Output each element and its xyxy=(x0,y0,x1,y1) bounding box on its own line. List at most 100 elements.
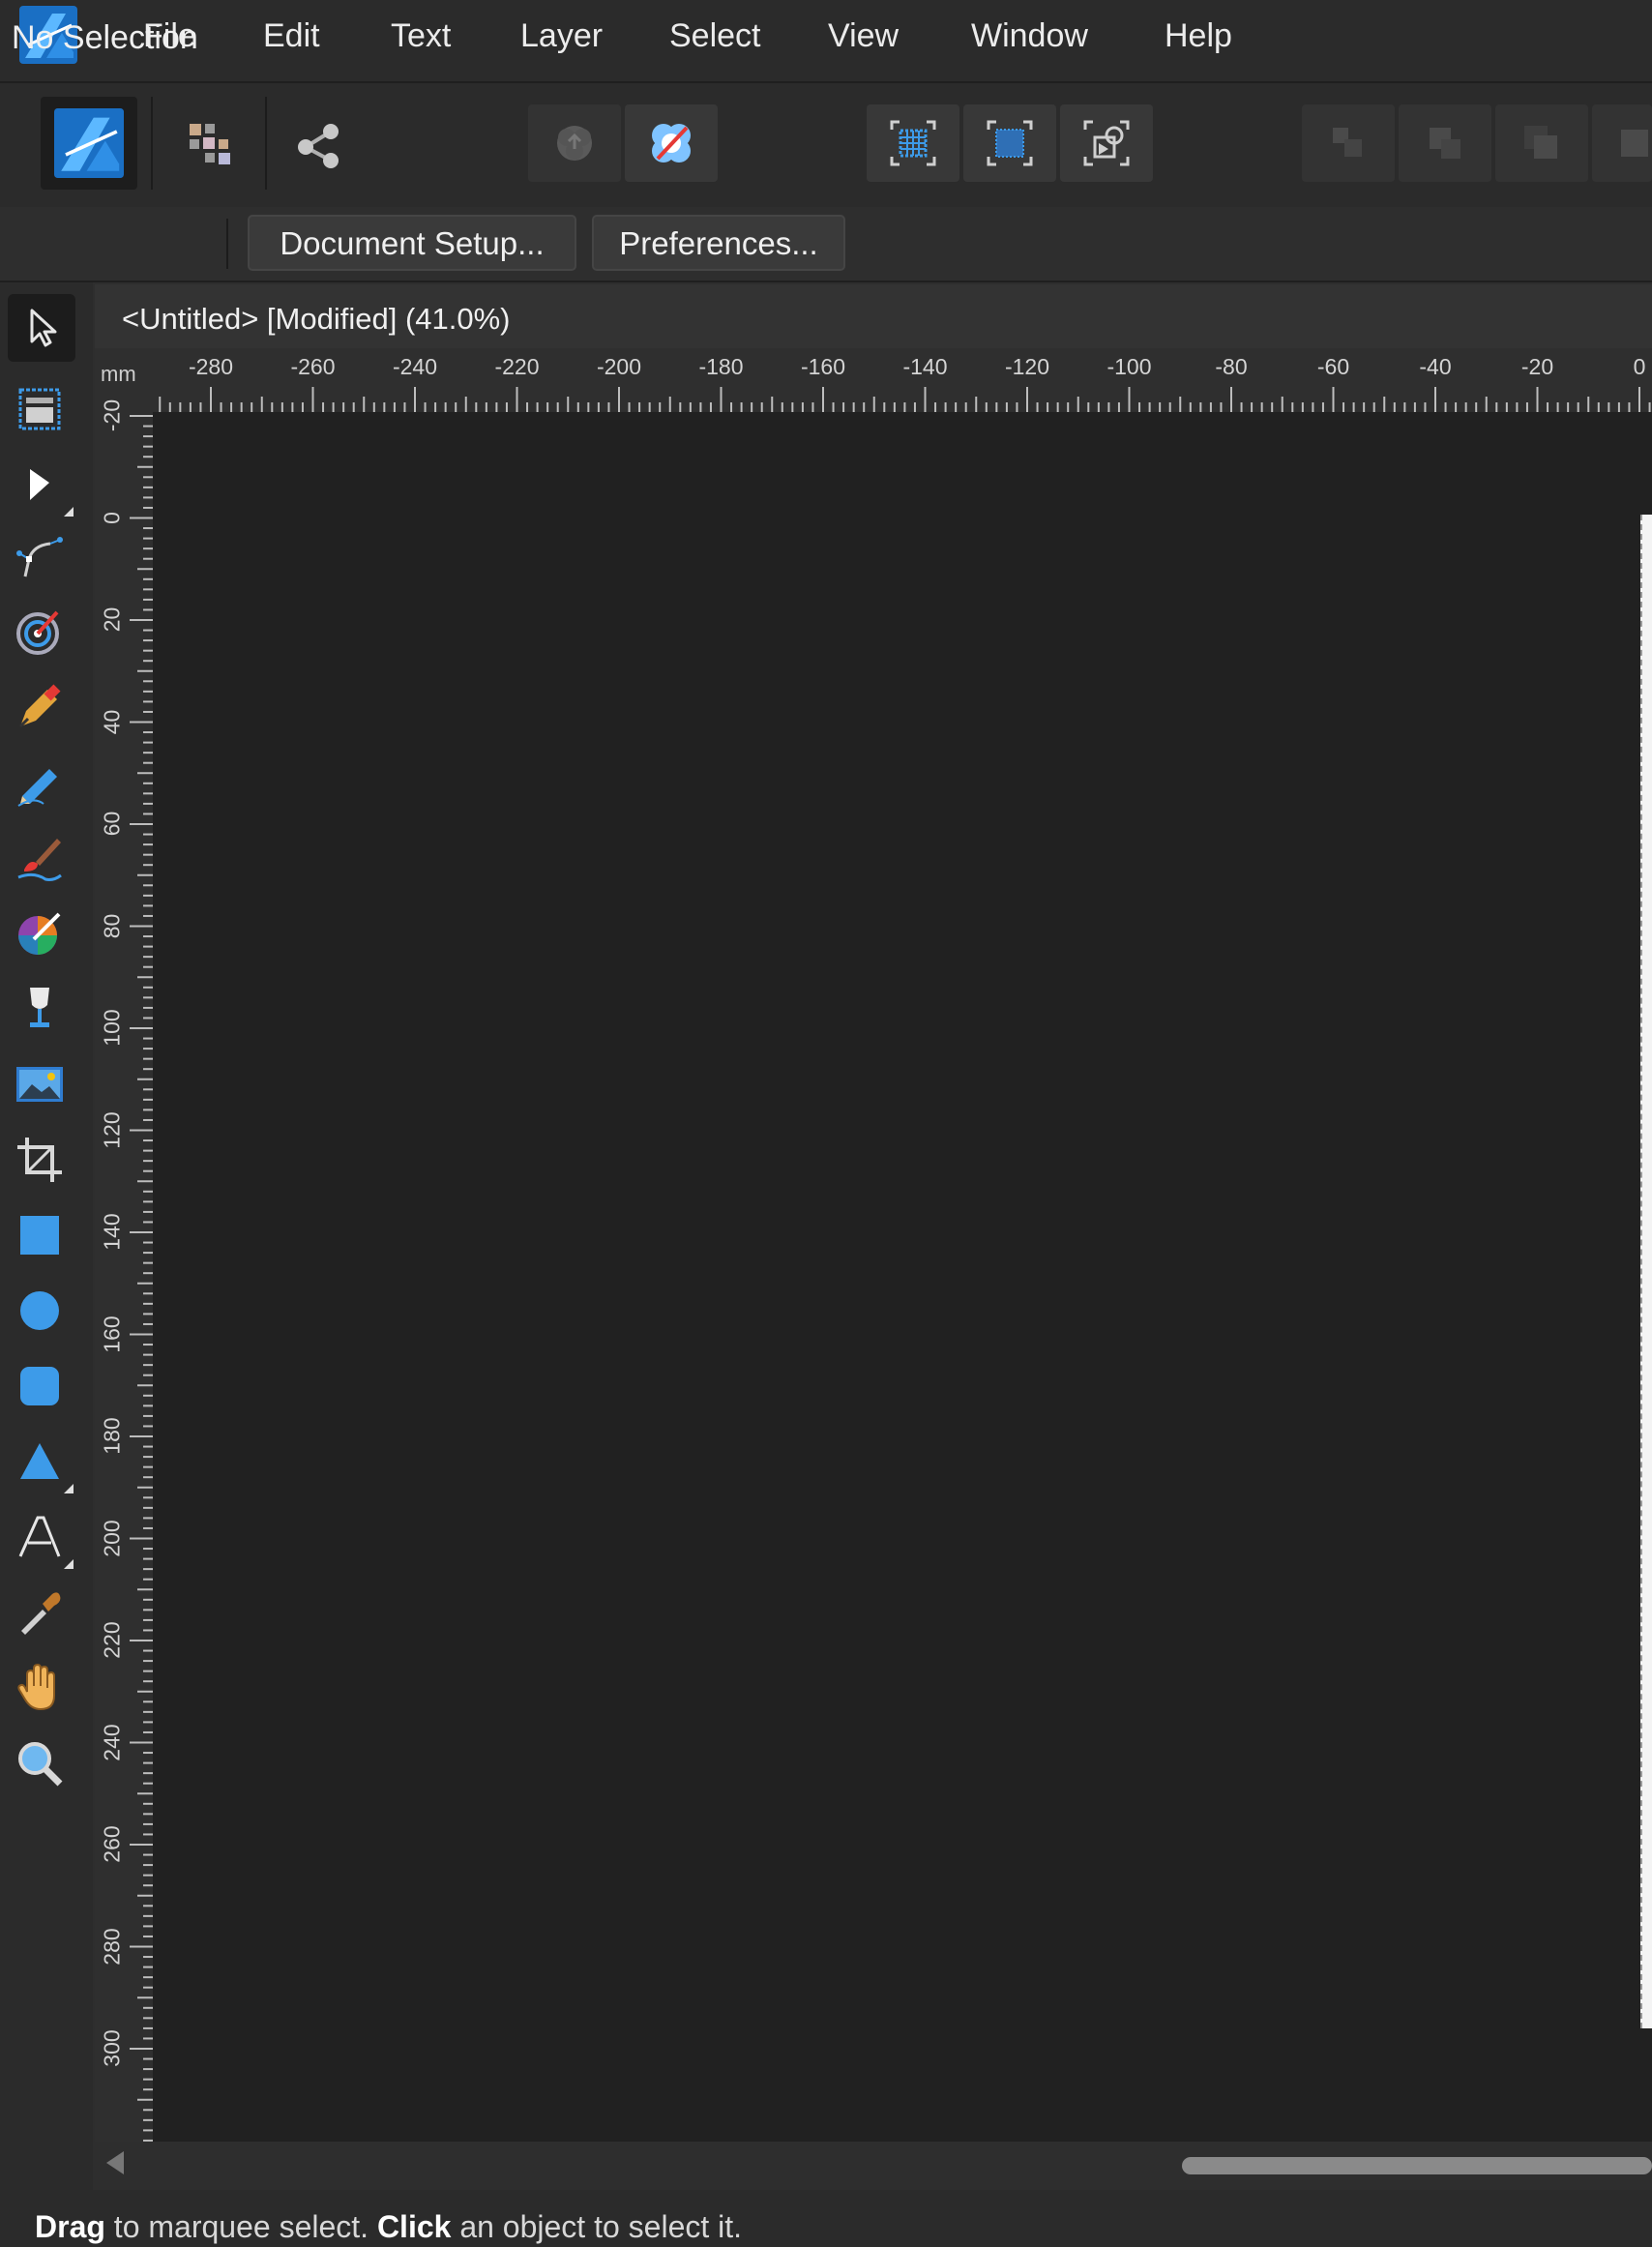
ruler-h-label: -80 xyxy=(1215,354,1248,379)
ruler-v-label: 180 xyxy=(99,1417,125,1455)
status-hint: Drag to marquee select. Click an object … xyxy=(35,2209,742,2245)
tool-ellipse[interactable] xyxy=(12,1283,68,1339)
scroll-left-arrow-icon[interactable] xyxy=(106,2151,124,2174)
preferences-button[interactable]: Preferences... xyxy=(592,215,845,271)
ruler-h-label: -60 xyxy=(1316,354,1350,379)
tool-pencil[interactable] xyxy=(12,754,68,811)
tool-color-picker[interactable] xyxy=(12,1584,68,1641)
arrange-front-button[interactable] xyxy=(1592,104,1652,182)
export-persona-icon xyxy=(298,124,339,168)
ruler-v-label: 0 xyxy=(99,511,125,524)
ruler-h-label: -120 xyxy=(1004,354,1050,379)
tool-flyout-indicator xyxy=(64,1559,74,1569)
triangle-tool-icon xyxy=(20,1443,59,1479)
ruler-v-label: 260 xyxy=(99,1825,125,1863)
tool-view[interactable] xyxy=(12,1660,68,1716)
status-drag-text: to marquee select. xyxy=(104,2209,377,2244)
tool-vector-crop[interactable] xyxy=(12,1132,68,1188)
pen-tool-icon xyxy=(18,684,61,728)
menu-select[interactable]: Select xyxy=(669,17,761,55)
deselect-button[interactable] xyxy=(963,104,1056,182)
document-tab[interactable]: <Untitled> [Modified] (41.0%) xyxy=(122,302,511,337)
ruler-v-label: 280 xyxy=(99,1927,125,1966)
point-transform-tool-icon xyxy=(16,610,59,655)
ruler-h-label: 0 xyxy=(1633,354,1646,379)
horizontal-scroll-thumb[interactable] xyxy=(1182,2157,1652,2174)
ruler-v-label: 40 xyxy=(99,709,125,734)
toolbar-separator xyxy=(265,97,267,190)
tool-point-transform[interactable] xyxy=(12,604,68,660)
tool-zoom[interactable] xyxy=(12,1735,68,1791)
zoom-tool-icon xyxy=(18,1742,63,1787)
tool-fill[interactable] xyxy=(12,905,68,961)
menu-layer[interactable]: Layer xyxy=(520,17,603,55)
ruler-v-label: -20 xyxy=(99,399,125,432)
tool-artistic-text[interactable] xyxy=(12,1509,74,1569)
export-persona-button[interactable] xyxy=(280,106,358,184)
ruler-v-label: 160 xyxy=(99,1315,125,1353)
affinity-designer-persona-icon xyxy=(54,108,124,178)
tool-place-image[interactable] xyxy=(12,1056,68,1112)
arrange-back-button[interactable] xyxy=(1302,104,1395,182)
ruler-h-label: -20 xyxy=(1520,354,1554,379)
vector-crop-tool-icon xyxy=(17,1138,62,1182)
tool-rounded-rectangle[interactable] xyxy=(12,1358,68,1414)
ruler-h-label: -140 xyxy=(902,354,948,379)
menu-help[interactable]: Help xyxy=(1165,17,1232,55)
ruler-h-label: -260 xyxy=(290,354,336,379)
ruler-v-label: 200 xyxy=(99,1519,125,1557)
ruler-v-label: 100 xyxy=(99,1009,125,1047)
toggle-snapping-icon xyxy=(652,124,691,163)
status-click-keyword: Click xyxy=(376,2209,452,2244)
tool-node[interactable] xyxy=(12,457,74,517)
ruler-v-label: 300 xyxy=(99,2029,125,2067)
designer-persona-button[interactable] xyxy=(41,97,137,190)
tool-rectangle[interactable] xyxy=(12,1207,68,1263)
select-all-icon xyxy=(890,120,936,166)
menu-edit[interactable]: Edit xyxy=(263,17,320,55)
pixel-persona-button[interactable] xyxy=(170,106,248,184)
select-all-button[interactable] xyxy=(867,104,959,182)
place-icon xyxy=(557,126,592,161)
tool-move[interactable] xyxy=(8,294,75,362)
rectangle-tool-icon xyxy=(20,1216,59,1255)
menu-text[interactable]: Text xyxy=(391,17,451,55)
tool-vector-brush[interactable] xyxy=(12,830,68,886)
artboard-tool-icon xyxy=(18,388,61,430)
snapping-button[interactable] xyxy=(625,104,718,182)
pixel-persona-icon xyxy=(190,124,230,164)
rounded-rectangle-tool-icon xyxy=(20,1367,59,1405)
vector-brush-tool-icon xyxy=(17,839,62,881)
ruler-v-label: 140 xyxy=(99,1213,125,1251)
document-page[interactable] xyxy=(1640,515,1652,2028)
tool-flyout-indicator xyxy=(64,1484,74,1493)
ruler-unit-label: mm xyxy=(101,362,136,386)
menu-window[interactable]: Window xyxy=(971,17,1088,55)
pencil-tool-icon xyxy=(17,769,57,807)
ruler-v-label: 20 xyxy=(99,606,125,633)
tool-transparency[interactable] xyxy=(12,981,68,1037)
arrange-forward-button[interactable] xyxy=(1495,104,1588,182)
document-setup-button[interactable]: Document Setup... xyxy=(248,215,576,271)
arrange-backward-button[interactable] xyxy=(1399,104,1491,182)
ruler-h-label: -160 xyxy=(800,354,846,379)
transform-origin-button[interactable] xyxy=(1060,104,1153,182)
fill-tool-icon xyxy=(18,912,61,955)
ruler-h-label: -220 xyxy=(494,354,540,379)
tool-triangle[interactable] xyxy=(12,1434,74,1493)
tool-corner[interactable] xyxy=(12,530,68,586)
tool-artboard[interactable] xyxy=(12,381,68,437)
view-tool-icon xyxy=(17,1663,55,1711)
tool-pen[interactable] xyxy=(12,679,68,735)
menu-view[interactable]: View xyxy=(828,17,899,55)
place-button[interactable] xyxy=(528,104,621,182)
selection-status-label: No Selection xyxy=(12,19,198,56)
ruler-h-label: -240 xyxy=(392,354,438,379)
arrange-backward-icon xyxy=(1430,128,1460,159)
ruler-h-label: -40 xyxy=(1419,354,1452,379)
ruler-v-label: 220 xyxy=(99,1621,125,1659)
deselect-icon xyxy=(987,120,1033,166)
context-separator xyxy=(226,219,228,269)
place-image-tool-icon xyxy=(16,1067,63,1102)
canvas[interactable] xyxy=(153,412,1652,2142)
